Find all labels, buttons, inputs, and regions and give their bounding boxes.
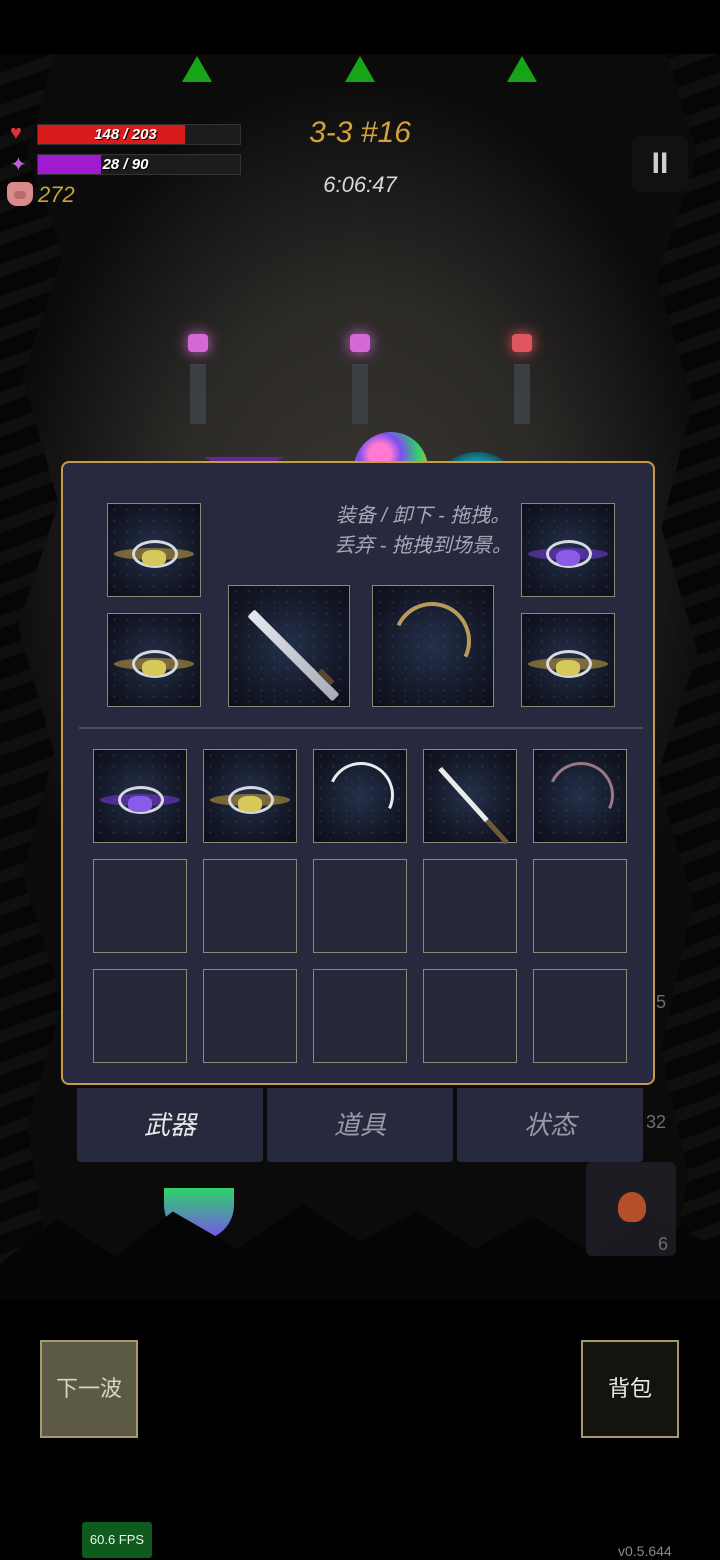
level-indicator: 3-3 #16 (309, 116, 411, 149)
pink-gem-icon (188, 334, 208, 352)
tab-weapons[interactable]: 武器 (77, 1088, 263, 1162)
red-gem-icon (512, 334, 532, 352)
golden-bow-icon (382, 591, 482, 691)
silver-sword-icon (247, 609, 340, 702)
white-bow-icon (318, 752, 404, 838)
backpack-slot-empty[interactable] (93, 969, 187, 1063)
ring-purple-gem-icon (100, 786, 180, 814)
backpack-slot-empty[interactable] (313, 859, 407, 953)
backpack-slot-empty[interactable] (533, 969, 627, 1063)
backpack-slot[interactable] (313, 749, 407, 843)
version-label: v0.5.644 (618, 1543, 672, 1559)
backpack-slot-empty[interactable] (203, 969, 297, 1063)
backpack-slot-empty[interactable] (93, 859, 187, 953)
item-card[interactable]: 6 (586, 1162, 676, 1256)
equip-slot-ring-right-top[interactable] (521, 503, 615, 597)
ring-gold-gem-icon (528, 650, 608, 678)
wave-arrow-icon (507, 56, 537, 82)
inventory-panel: 装备 / 卸下 - 拖拽。 丢弃 - 拖拽到场景。 (61, 461, 655, 1085)
side-counter: 32 (646, 1112, 667, 1132)
backpack-slot-empty[interactable] (423, 859, 517, 953)
side-counter: 5 (656, 992, 667, 1012)
equip-slot-weapon-2[interactable] (372, 585, 494, 707)
backpack-slot[interactable] (203, 749, 297, 843)
dark-bow-icon (538, 752, 624, 838)
ring-gold-gem-icon (114, 650, 194, 678)
equip-slot-weapon-1[interactable] (228, 585, 350, 707)
tab-status[interactable]: 状态 (457, 1088, 643, 1162)
backpack-slot-empty[interactable] (203, 859, 297, 953)
backpack-slot-empty[interactable] (423, 969, 517, 1063)
tab-items[interactable]: 道具 (267, 1088, 453, 1162)
backpack-slot[interactable] (533, 749, 627, 843)
stone-pillar (190, 364, 206, 424)
pause-button[interactable]: II (632, 136, 688, 192)
katana-icon (438, 766, 509, 845)
pink-gem-icon (350, 334, 370, 352)
stone-pillar (352, 364, 368, 424)
ring-gold-gem-icon (210, 786, 290, 814)
fps-counter: 60.6 FPS (82, 1522, 152, 1558)
equip-slot-ring-right-bottom[interactable] (521, 613, 615, 707)
equip-slot-ring-left-top[interactable] (107, 503, 201, 597)
next-wave-button[interactable]: 下一波 (40, 1340, 138, 1438)
game-timer: 6:06:47 (323, 172, 397, 197)
backpack-slot-empty[interactable] (533, 859, 627, 953)
ring-gold-gem-icon (114, 540, 194, 568)
side-counter: 6 (658, 1234, 669, 1254)
equip-slot-ring-left-bottom[interactable] (107, 613, 201, 707)
ring-purple-gem-icon (528, 540, 608, 568)
backpack-slot[interactable] (93, 749, 187, 843)
backpack-slot[interactable] (423, 749, 517, 845)
potion-icon (618, 1192, 646, 1222)
stone-pillar (514, 364, 530, 424)
panel-divider (79, 727, 643, 729)
backpack-button[interactable]: 背包 (581, 1340, 679, 1438)
wave-arrow-icon (182, 56, 212, 82)
backpack-slot-empty[interactable] (313, 969, 407, 1063)
wave-arrow-icon (345, 56, 375, 82)
